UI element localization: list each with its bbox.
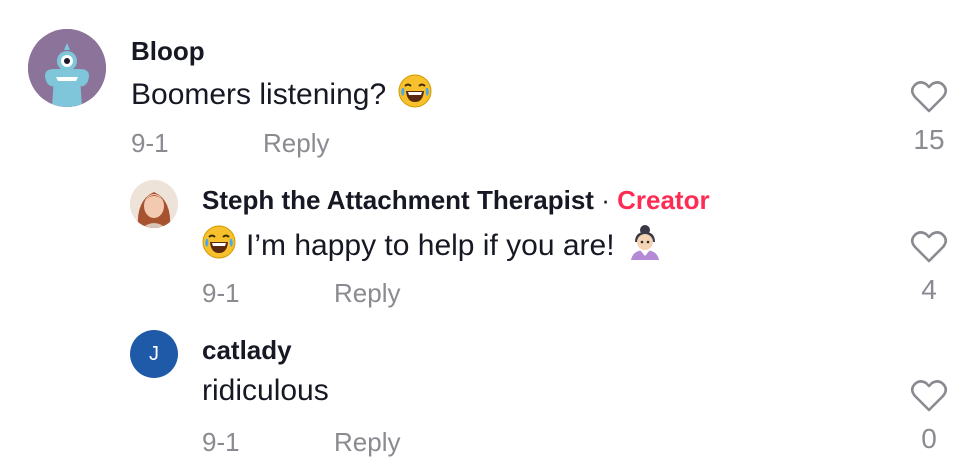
profile-photo-icon bbox=[130, 180, 178, 228]
reply-button[interactable]: Reply bbox=[263, 128, 329, 159]
comment-username[interactable]: catlady bbox=[202, 335, 292, 366]
heart-icon[interactable] bbox=[910, 379, 948, 413]
comment-date: 9-1 bbox=[131, 128, 169, 158]
avatar[interactable]: J bbox=[130, 330, 178, 378]
reply-item: J catlady ridiculous 9-1 Reply 0 bbox=[0, 310, 980, 475]
comment-text: I’m happy to help if you are! bbox=[202, 224, 663, 268]
username-text[interactable]: Bloop bbox=[131, 36, 205, 66]
comment-text-body: I’m happy to help if you are! bbox=[246, 229, 615, 262]
heart-icon[interactable] bbox=[910, 80, 948, 114]
reply-item: Steph the Attachment Therapist · Creator… bbox=[0, 160, 980, 310]
comment-item: Bloop Boomers listening? 9-1 Reply 15 bbox=[0, 0, 980, 160]
like-count: 15 bbox=[913, 124, 945, 155]
woman-old-emoji-icon bbox=[627, 224, 663, 268]
comment-text-body: Boomers listening? bbox=[131, 78, 387, 111]
like-count: 4 bbox=[921, 274, 937, 305]
monster-avatar-icon bbox=[28, 29, 106, 107]
reply-button[interactable]: Reply bbox=[334, 427, 400, 458]
avatar-letter: J bbox=[149, 342, 159, 365]
comment-text: Boomers listening? bbox=[131, 74, 432, 116]
comment-username[interactable]: Steph the Attachment Therapist · Creator bbox=[202, 185, 710, 216]
reply-button[interactable]: Reply bbox=[334, 278, 400, 309]
comment-date: 9-1 bbox=[202, 278, 240, 308]
comment-text: ridiculous bbox=[202, 374, 329, 408]
comment-text-body: ridiculous bbox=[202, 374, 329, 407]
creator-badge: Creator bbox=[617, 185, 710, 215]
comment-username[interactable]: Bloop bbox=[131, 36, 205, 67]
username-text[interactable]: Steph the Attachment Therapist bbox=[202, 185, 594, 215]
avatar[interactable] bbox=[28, 29, 106, 107]
separator-dot: · bbox=[601, 185, 618, 215]
laughing-tears-emoji-icon bbox=[202, 225, 236, 267]
avatar[interactable] bbox=[130, 180, 178, 228]
username-text[interactable]: catlady bbox=[202, 335, 292, 365]
comment-date: 9-1 bbox=[202, 427, 240, 457]
heart-icon[interactable] bbox=[910, 230, 948, 264]
laughing-tears-emoji-icon bbox=[398, 74, 432, 116]
like-count: 0 bbox=[921, 423, 937, 454]
